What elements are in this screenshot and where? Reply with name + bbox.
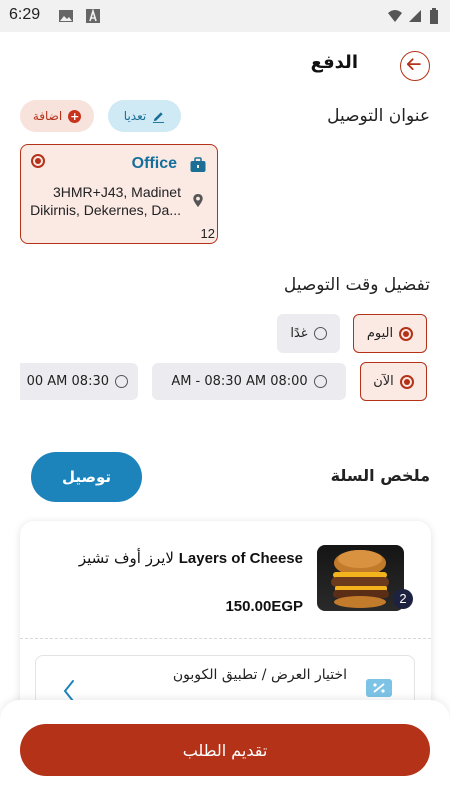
item-image xyxy=(317,545,404,611)
slot-radio-now xyxy=(399,374,414,389)
address-name: Office xyxy=(131,155,177,172)
address-number: 12 xyxy=(200,226,215,241)
slot-radio-0800 xyxy=(313,375,327,388)
day-radio-tomorrow xyxy=(313,327,327,340)
day-option-today[interactable]: اليوم xyxy=(353,314,427,353)
page-title: الدفع xyxy=(310,52,358,73)
slot-option-now[interactable]: الآن xyxy=(360,362,427,401)
address-radio[interactable] xyxy=(31,154,45,168)
delivery-button[interactable]: توصيل xyxy=(31,452,142,502)
plus-icon: + xyxy=(68,109,82,123)
edit-address-button[interactable]: تعديا xyxy=(108,100,181,132)
address-line-1: 3HMR+J43, Madinet xyxy=(52,184,181,200)
item-name-ar: لايرز أوف تشيز xyxy=(78,549,174,567)
back-button[interactable] xyxy=(400,51,430,81)
image-icon xyxy=(59,10,73,22)
item-name-en: Layers of Cheese xyxy=(178,550,303,567)
battery-icon xyxy=(430,8,438,24)
slot-option-0800[interactable]: AM - 08:30 AM 08:00 xyxy=(152,363,346,400)
back-arrow-icon xyxy=(406,58,421,70)
slot-label-now: الآن xyxy=(373,374,394,389)
a-icon xyxy=(86,8,100,23)
address-card-office[interactable]: Office 3HMR+J43, Madinet Dikirnis, Deker… xyxy=(20,144,218,244)
cart-summary-title: ملخص السلة xyxy=(330,466,430,485)
day-label-today: اليوم xyxy=(366,326,394,341)
divider xyxy=(20,638,431,639)
day-option-tomorrow[interactable]: غدًا xyxy=(277,314,340,353)
briefcase-icon xyxy=(190,157,206,172)
add-address-label: اضافة xyxy=(32,109,63,123)
burger-image xyxy=(331,550,389,608)
edit-address-label: تعديا xyxy=(123,109,147,123)
location-pin-icon xyxy=(193,193,203,208)
slot-label-0800: AM - 08:30 AM 08:00 xyxy=(171,374,308,389)
slot-label-0830: 00 AM 08:30 xyxy=(26,374,109,389)
add-address-button[interactable]: اضافة + xyxy=(20,100,94,132)
item-name: لايرز أوف تشيز Layers of Cheese xyxy=(79,549,303,567)
slot-radio-0830 xyxy=(115,375,128,388)
slot-option-0830[interactable]: 00 AM 08:30 xyxy=(20,363,138,400)
status-bar: 6:29 xyxy=(0,0,450,32)
quantity-badge: 2 xyxy=(393,589,413,609)
pencil-icon xyxy=(153,111,165,123)
address-line-2: Dikirnis, Dekernes, Da... xyxy=(30,202,181,218)
submit-order-button[interactable]: تقديم الطلب xyxy=(20,724,430,776)
coupon-icon xyxy=(366,679,392,697)
day-radio-today xyxy=(399,326,414,341)
wifi-icon xyxy=(388,10,402,22)
item-price: 150.00EGP xyxy=(225,598,303,615)
delivery-address-title: عنوان التوصيل xyxy=(327,106,430,126)
delivery-time-title: تفضيل وقت التوصيل xyxy=(283,275,430,295)
signal-icon xyxy=(409,10,421,22)
coupon-label: اختيار العرض / تطبيق الكوبون xyxy=(172,667,347,683)
day-label-tomorrow: غدًا xyxy=(290,326,308,341)
status-time: 6:29 xyxy=(9,6,41,23)
